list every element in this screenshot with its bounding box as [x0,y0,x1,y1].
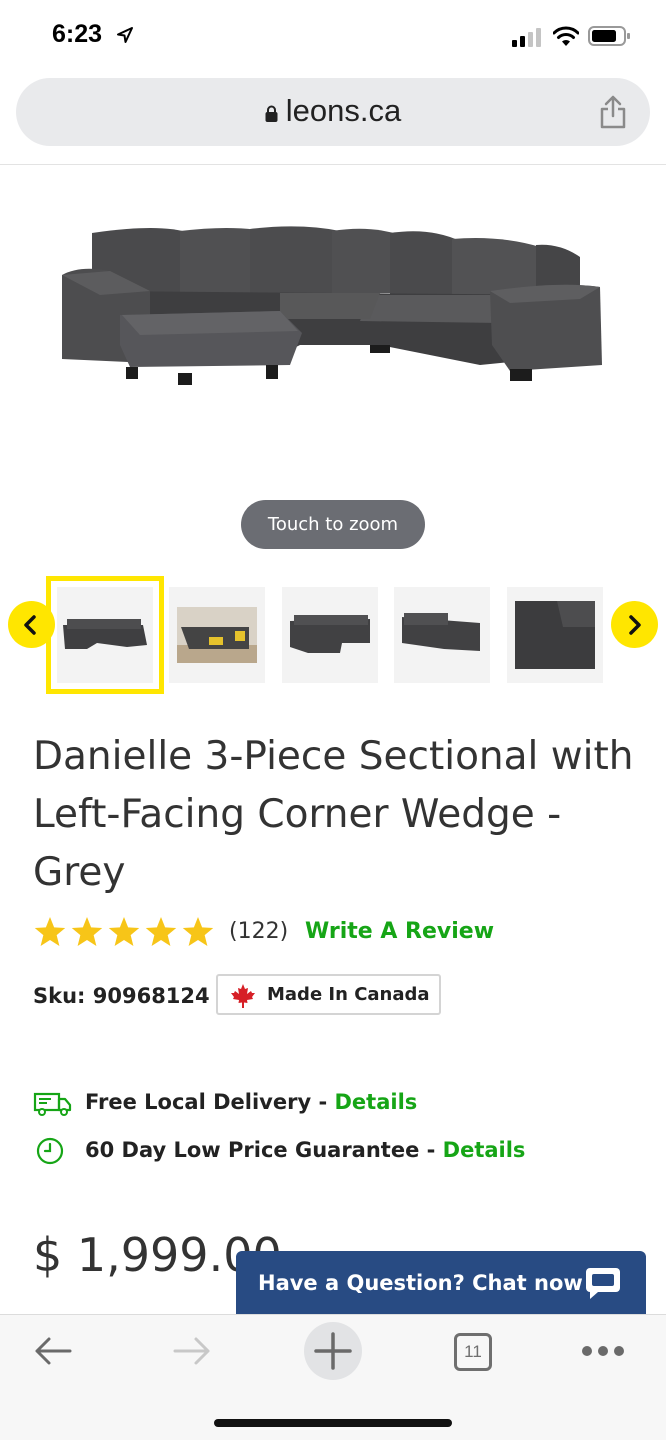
thumbnail-2[interactable] [169,587,265,683]
star-icon [182,917,214,946]
forward-arrow-icon[interactable] [171,1335,213,1367]
status-time: 6:23 [52,20,103,48]
feature-text: Free Local Delivery - Details [85,1090,417,1114]
lock-icon [265,105,278,122]
product-image[interactable] [40,195,626,400]
thumbnail-5[interactable] [507,587,603,683]
feature-label: Free Local Delivery - [85,1090,335,1114]
carousel-next-button[interactable] [611,601,658,648]
guarantee-details-link[interactable]: Details [443,1138,526,1162]
feature-price-guarantee: 60 Day Low Price Guarantee - Details [33,1134,653,1170]
address-bar[interactable]: leons.ca [16,78,650,146]
feature-label: 60 Day Low Price Guarantee - [85,1138,443,1162]
thumbnail-3[interactable] [282,587,378,683]
wifi-icon [553,26,579,46]
sofa-thumbnail-image [394,587,490,683]
chevron-right-icon [629,615,641,635]
carousel-prev-button[interactable] [8,601,55,648]
thumbnail-1[interactable] [46,576,164,694]
sofa-thumbnail-image [57,587,153,683]
made-in-canada-label: Made In Canada [267,984,430,1005]
rating-row: (122) Write A Review [33,912,633,954]
chevron-left-icon [24,615,36,635]
star-icon [71,917,103,946]
delivery-details-link[interactable]: Details [334,1090,417,1114]
room-thumbnail-image [169,587,265,683]
feature-free-delivery: Free Local Delivery - Details [33,1086,653,1122]
feature-text: 60 Day Low Price Guarantee - Details [85,1138,525,1162]
star-rating[interactable] [33,916,215,950]
cellular-signal-icon [512,28,541,47]
sofa-thumbnail-image [282,587,378,683]
url-text: leons.ca [285,93,402,128]
chat-bubble-icon [586,1268,620,1299]
chat-now-button[interactable]: Have a Question? Chat now [236,1251,646,1317]
tab-switcher-button[interactable]: 11 [454,1333,492,1371]
url-display[interactable]: leons.ca [16,78,650,146]
star-icon [145,917,177,946]
product-sku: Sku: 90968124 [33,984,210,1008]
more-menu-icon[interactable] [580,1344,626,1358]
back-arrow-icon[interactable] [32,1335,74,1367]
thumbnail-4[interactable] [394,587,490,683]
location-arrow-icon [117,27,133,43]
maple-leaf-icon [231,984,255,1008]
status-bar: 6:23 [0,0,666,72]
browser-toolbar: 11 [0,1314,666,1440]
review-count[interactable]: (122) [229,919,288,944]
header-divider [0,164,666,165]
product-title: Danielle 3-Piece Sectional with Left-Fac… [33,734,634,895]
delivery-truck-icon [33,1092,72,1116]
star-icon [108,917,140,946]
clock-icon [36,1137,64,1165]
home-indicator [214,1419,452,1427]
share-icon[interactable] [598,94,628,130]
star-icon [34,917,66,946]
battery-icon [588,26,630,46]
write-review-link[interactable]: Write A Review [305,919,494,944]
plus-icon [314,1332,352,1370]
made-in-canada-badge: Made In Canada [216,974,441,1015]
fabric-closeup-thumbnail-image [507,587,603,683]
chat-label: Have a Question? Chat now [258,1271,583,1295]
touch-to-zoom-hint[interactable]: Touch to zoom [241,500,425,549]
new-tab-button[interactable] [304,1322,362,1380]
